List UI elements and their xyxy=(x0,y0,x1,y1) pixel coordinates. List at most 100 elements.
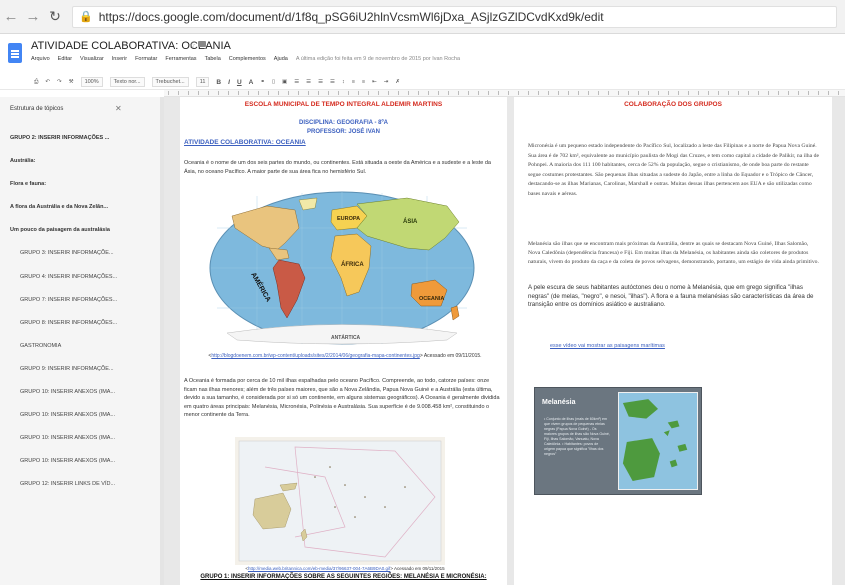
video-link[interactable]: esse vídeo vai mostrar as paisagens marí… xyxy=(550,343,665,349)
outline-item[interactable]: GRUPO 3: INSERIR INFORMAÇÕE... xyxy=(10,249,150,272)
bold-icon[interactable]: B xyxy=(216,79,221,86)
reload-icon[interactable]: ↻ xyxy=(44,6,66,28)
text-color-icon[interactable]: A xyxy=(249,79,254,86)
align-center-icon[interactable]: ☰ xyxy=(306,79,311,85)
outline-item[interactable]: GRUPO 10: INSERIR ANEXOS (IMA... xyxy=(10,457,150,480)
close-icon[interactable]: ✕ xyxy=(115,104,122,113)
outline-item[interactable]: GRUPO 4: INSERIR INFORMAÇÕES... xyxy=(10,273,150,296)
outline-item[interactable]: Flora e fauna: xyxy=(10,180,150,203)
numbered-list-icon[interactable]: ≡ xyxy=(352,79,355,85)
melanesia-map-icon xyxy=(618,392,698,490)
folder-icon[interactable] xyxy=(198,41,206,47)
menu-complementos[interactable]: Complementos xyxy=(229,56,266,62)
menu-inserir[interactable]: Inserir xyxy=(112,56,127,62)
menu-formatar[interactable]: Formatar xyxy=(135,56,157,62)
zoom-select[interactable]: 100% xyxy=(80,77,103,87)
map-access-date: > Acessado em 09/11/2015. xyxy=(419,353,482,359)
link-icon[interactable]: ⚭ xyxy=(260,79,265,85)
italic-icon[interactable]: I xyxy=(228,79,230,86)
page-left[interactable]: ESCOLA MUNICIPAL DE TEMPO INTEGRAL ALDEM… xyxy=(180,97,507,585)
star-icon[interactable]: ☆ xyxy=(188,40,196,51)
ruler-tick xyxy=(178,91,179,95)
outline-item[interactable]: GASTRONOMIA xyxy=(10,342,150,365)
document-canvas: ESCOLA MUNICIPAL DE TEMPO INTEGRAL ALDEM… xyxy=(164,97,845,585)
map2-source-link[interactable]: http://media.web.britannica.com/eb-media… xyxy=(248,566,390,571)
ruler-tick xyxy=(808,91,809,95)
ruler-tick xyxy=(318,91,319,95)
redo-icon[interactable]: ↷ xyxy=(57,79,62,85)
intro-paragraph: Oceania é o nome de um dos seis partes d… xyxy=(184,160,491,175)
map2-caption: <http://media.web.britannica.com/eb-medi… xyxy=(245,566,445,571)
document-outline-panel: Estrutura de tópicos ✕ GRUPO 2: INSERIR … xyxy=(0,97,160,585)
outline-item[interactable]: GRUPO 10: INSERIR ANEXOS (IMA... xyxy=(10,411,150,434)
ruler-tick xyxy=(728,91,729,95)
align-justify-icon[interactable]: ☰ xyxy=(330,79,335,85)
outline-item[interactable]: GRUPO 12: INSERIR LINKS DE VÍD... xyxy=(10,480,150,503)
underline-icon[interactable]: U xyxy=(237,79,242,86)
outline-item[interactable]: GRUPO 8: INSERIR INFORMAÇÕES... xyxy=(10,319,150,342)
page-right[interactable]: COLABORAÇÃO DOS GRUPOS Micronésia é um p… xyxy=(514,97,832,585)
outline-list: GRUPO 2: INSERIR INFORMAÇÕES ... Austráli… xyxy=(10,134,150,504)
menu-visualizar[interactable]: Visualizar xyxy=(80,56,104,62)
outline-item[interactable]: GRUPO 7: INSERIR INFORMAÇÕES... xyxy=(10,296,150,319)
line-spacing-icon[interactable]: ↕ xyxy=(342,79,345,85)
comment-icon[interactable]: ▯ xyxy=(272,79,275,85)
ruler-tick xyxy=(638,91,639,95)
world-map-image[interactable]: EUROPA ÁSIA ÁFRICA AMÉRICA OCEANIA ANTÁR… xyxy=(207,188,477,352)
increase-indent-icon[interactable]: ⇥ xyxy=(384,79,389,85)
ruler-tick xyxy=(648,91,649,95)
menu-editar[interactable]: Editar xyxy=(58,56,72,62)
outline-item[interactable]: Austrália: xyxy=(10,157,150,180)
ruler-tick xyxy=(458,91,459,95)
ruler-tick xyxy=(338,91,339,95)
ruler-tick xyxy=(208,91,209,95)
outline-item[interactable]: GRUPO 2: INSERIR INFORMAÇÕES ... xyxy=(10,134,150,157)
decrease-indent-icon[interactable]: ⇤ xyxy=(372,79,377,85)
menu-ferramentas[interactable]: Ferramentas xyxy=(165,56,196,62)
ruler-tick xyxy=(308,91,309,95)
outline-item[interactable]: GRUPO 10: INSERIR ANEXOS (IMA... xyxy=(10,388,150,411)
outline-item[interactable]: A flora da Austrália e da Nova Zelân... xyxy=(10,203,150,226)
melanesia-image[interactable]: Melanésia • Conjunto de ilhas (mais de 6… xyxy=(534,387,702,495)
image-icon[interactable]: ▣ xyxy=(282,79,287,85)
docs-logo-icon[interactable] xyxy=(8,43,22,63)
ruler-tick xyxy=(538,91,539,95)
menu-tabela[interactable]: Tabela xyxy=(205,56,221,62)
outline-item[interactable]: Um pouco da paisagem da australásia xyxy=(10,226,150,249)
ruler-tick xyxy=(298,91,299,95)
grupo1-heading: GRUPO 1: INSERIR INFORMAÇÕES SOBRE AS SE… xyxy=(200,574,487,580)
ruler-tick xyxy=(598,91,599,95)
ruler-tick xyxy=(368,91,369,95)
ruler-tick xyxy=(578,91,579,95)
oceania-map-image[interactable] xyxy=(235,437,445,565)
outline-item[interactable]: GRUPO 10: INSERIR ANEXOS (IMA... xyxy=(10,434,150,457)
forward-icon[interactable]: → xyxy=(22,6,44,28)
map-source-link[interactable]: http://blogdoenem.com.br/wp-content/uplo… xyxy=(211,353,419,359)
ruler-tick xyxy=(628,91,629,95)
print-icon[interactable]: ⎙ xyxy=(34,79,38,86)
ruler[interactable] xyxy=(164,90,845,97)
last-edit-link[interactable]: A última edição foi feita em 9 de novemb… xyxy=(296,56,460,62)
clear-format-icon[interactable]: ✗ xyxy=(395,79,400,85)
paint-format-icon[interactable]: ⚒ xyxy=(69,79,74,85)
bulleted-list-icon[interactable]: ≡ xyxy=(362,79,365,85)
ruler-tick xyxy=(348,91,349,95)
font-select[interactable]: Trebuchet... xyxy=(151,77,189,87)
align-left-icon[interactable]: ☰ xyxy=(294,79,299,85)
align-right-icon[interactable]: ☰ xyxy=(318,79,323,85)
undo-icon[interactable]: ↶ xyxy=(45,79,50,85)
ruler-tick xyxy=(228,91,229,95)
style-select[interactable]: Texto nor... xyxy=(109,77,145,87)
ruler-tick xyxy=(388,91,389,95)
ruler-tick xyxy=(838,91,839,95)
menu-arquivo[interactable]: Arquivo xyxy=(31,56,50,62)
back-icon[interactable]: ← xyxy=(0,6,22,28)
url-input[interactable]: 🔒 https://docs.google.com/document/d/1f8… xyxy=(72,5,837,28)
menu-ajuda[interactable]: Ajuda xyxy=(274,56,288,62)
ruler-tick xyxy=(498,91,499,95)
melanesia-paragraph: Melanésia são ilhas que se encontram mai… xyxy=(528,241,819,265)
outline-item[interactable]: GRUPO 9: INSERIR INFORMAÇÕE... xyxy=(10,365,150,388)
font-size-select[interactable]: 11 xyxy=(195,77,210,87)
oceania-paragraph: A Oceania é formada por cerca de 10 mil … xyxy=(184,378,500,418)
ruler-tick xyxy=(218,91,219,95)
